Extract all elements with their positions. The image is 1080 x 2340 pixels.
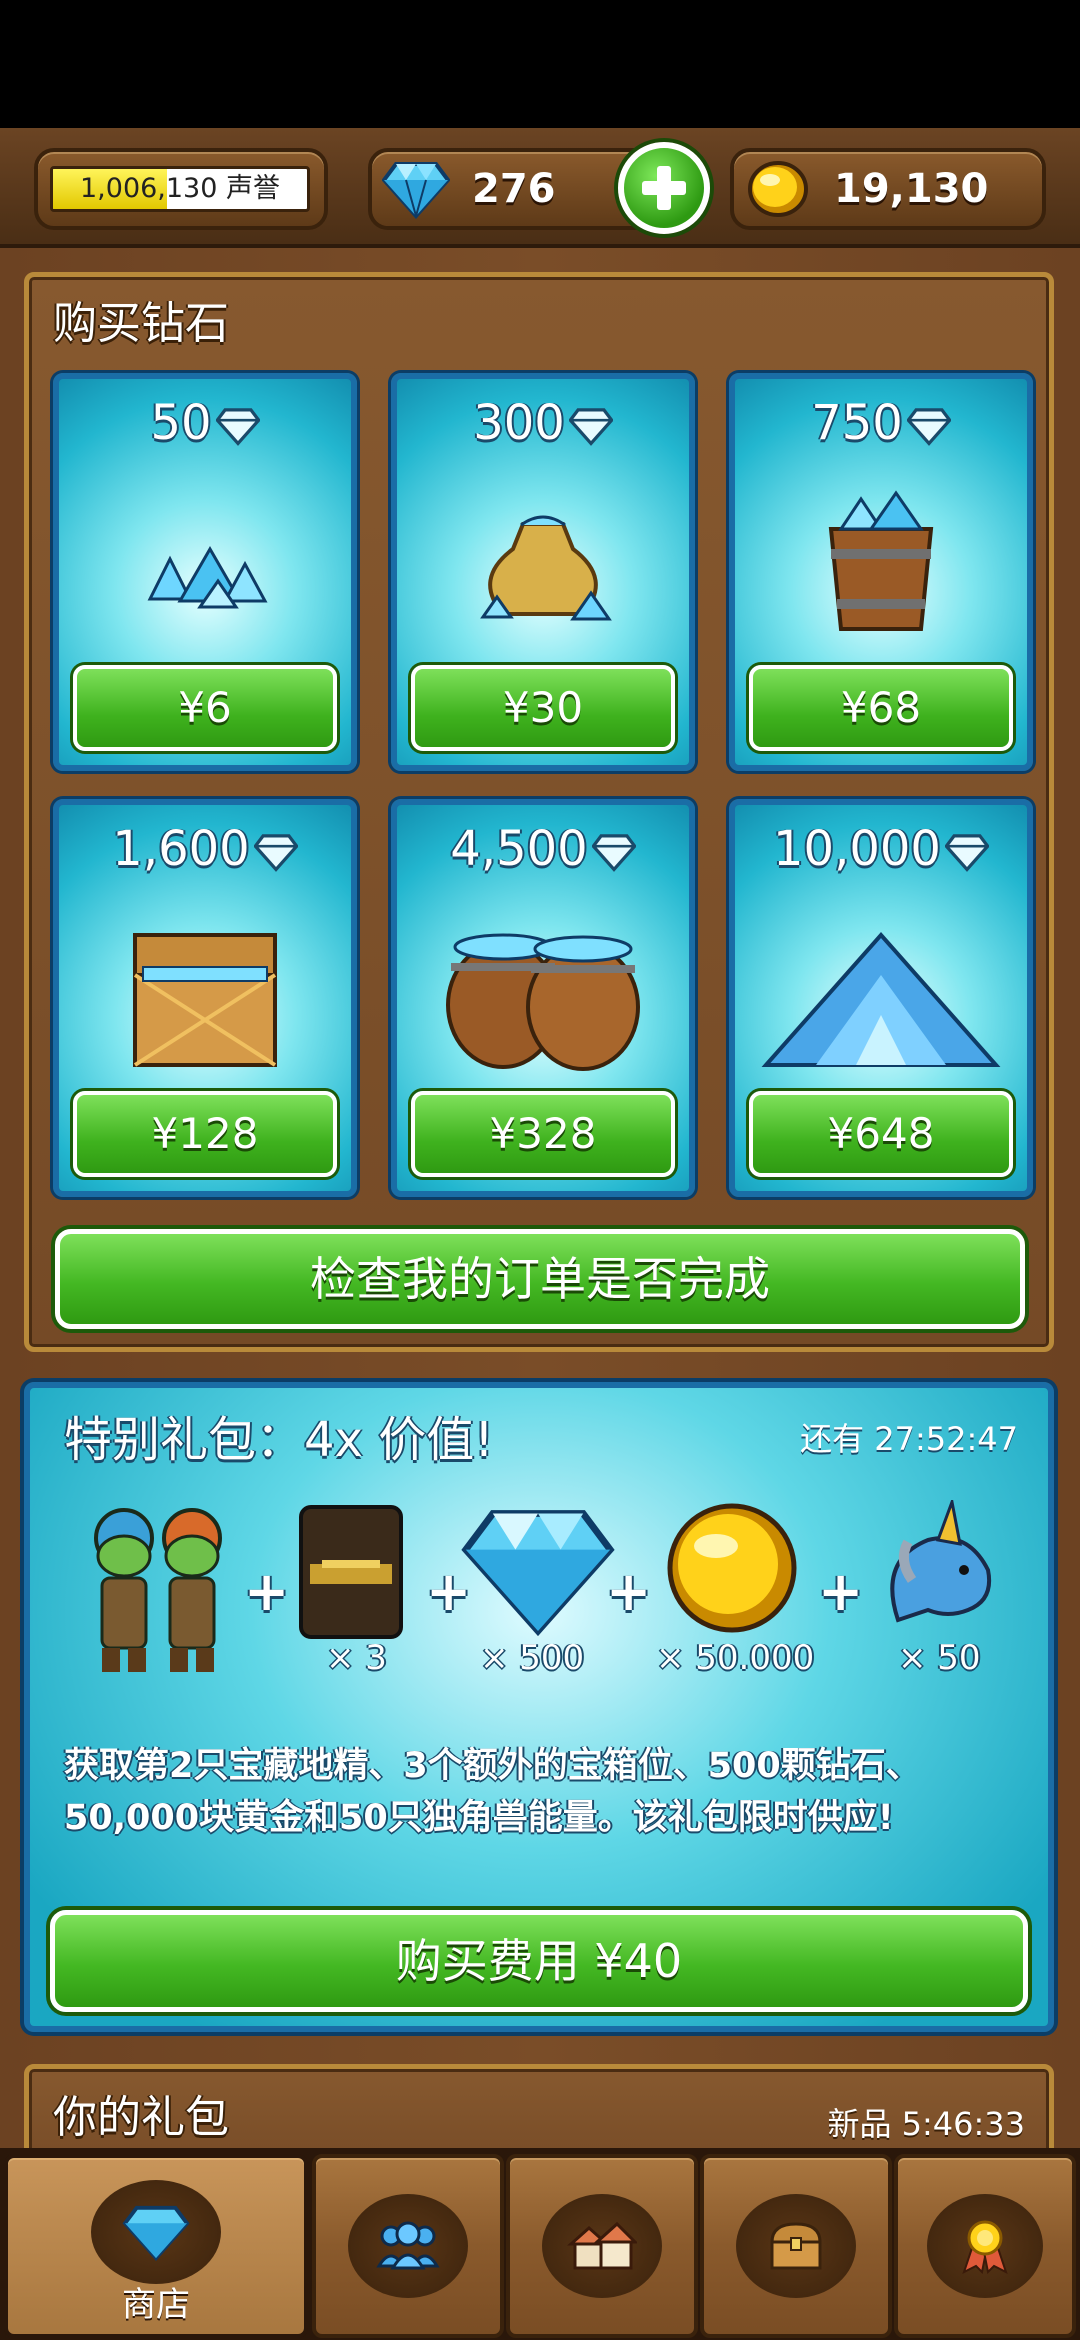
tab-treasure[interactable] [700, 2154, 892, 2338]
gem-pack-amount: 300 [397, 395, 689, 451]
buy-50-gems-button[interactable]: ¥6 [73, 665, 337, 751]
gem-mountain-icon [761, 931, 1001, 1067]
buy-special-pack-button[interactable]: 购买费用 ¥40 [50, 1910, 1028, 2012]
status-bar [0, 0, 1080, 128]
special-pack-title: 特别礼包：4x 价值! [64, 1412, 494, 1468]
tab-village[interactable] [506, 2154, 698, 2338]
gem-count: 276 [472, 166, 556, 212]
buy-4500-gems-button[interactable]: ¥328 [411, 1091, 675, 1177]
reputation-text: 1,006,130 声誉 [80, 173, 280, 204]
chest-slot-count: × 3 [326, 1638, 387, 1678]
special-pack-description: 获取第2只宝藏地精、3个额外的宝箱位、500颗钻石、50,000块黄金和50只独… [64, 1746, 921, 1838]
special-pack-panel: 特别礼包：4x 价值! 还有 27:52:47 + × 3 + × 500 + … [24, 1382, 1054, 2032]
buy-300-gems-button[interactable]: ¥30 [411, 665, 675, 751]
diamond-icon [568, 408, 613, 446]
gold-count-reward: × 50.000 [656, 1638, 815, 1678]
tab-shop[interactable]: 商店 [4, 2154, 308, 2338]
diamond-icon [944, 834, 989, 872]
tab-icon-socket [736, 2194, 856, 2298]
plus-sign: + [606, 1560, 652, 1623]
friends-icon [376, 2221, 440, 2270]
gem-pack-card[interactable]: 750 ¥68 [729, 373, 1033, 771]
tab-icon-socket [542, 2194, 662, 2298]
tab-icon-socket [348, 2194, 468, 2298]
treasure-chest-icon [770, 2222, 822, 2270]
gold-count: 19,130 [834, 166, 989, 212]
gem-pack-amount: 1,600 [59, 821, 351, 877]
add-gems-button[interactable] [618, 142, 710, 234]
gem-pack-card[interactable]: 50 ¥6 [53, 373, 357, 771]
gem-pack-card[interactable]: 300 ¥30 [391, 373, 695, 771]
diamond-icon [382, 162, 450, 220]
new-pack-timer: 新品 5:46:33 [827, 2105, 1025, 2143]
shop-gem-icon [122, 2205, 190, 2262]
tab-friends[interactable] [312, 2154, 504, 2338]
village-icon [567, 2221, 637, 2270]
diamond-icon [253, 834, 298, 872]
gold-coin-icon [667, 1503, 797, 1633]
tab-shop-label: 商店 [122, 2285, 190, 2325]
gem-chest-icon [133, 933, 277, 1067]
buy-gems-panel: 购买钻石 50 ¥6 300 ¥30 750 ¥68 1,600 ¥128 4,… [24, 272, 1054, 1352]
gem-pack-card[interactable]: 1,600 ¥128 [53, 799, 357, 1197]
buy-750-gems-button[interactable]: ¥68 [749, 665, 1013, 751]
gem-bucket-icon [828, 490, 934, 631]
gem-pack-amount: 4,500 [397, 821, 689, 877]
gold-balance: 19,130 [730, 148, 1046, 230]
diamond-icon [461, 1510, 615, 1637]
gem-barrels-icon [446, 933, 640, 1071]
gem-pack-amount: 50 [59, 395, 351, 451]
gold-coin-icon [748, 161, 808, 217]
tab-icon-socket [927, 2194, 1043, 2298]
gem-pack-card[interactable]: 10,000 ¥648 [729, 799, 1033, 1197]
small-gem-pile-icon [147, 545, 268, 609]
reputation-meter[interactable]: 1,006,130 声誉 [34, 148, 328, 230]
reputation-progress-bar: 1,006,130 声誉 [50, 166, 310, 212]
your-packs-title: 你的礼包 [53, 2092, 229, 2143]
diamond-count: × 500 [480, 1638, 585, 1678]
goblins-icon [94, 1508, 222, 1672]
diamond-icon [906, 408, 951, 446]
gem-pack-amount: 750 [735, 395, 1027, 451]
buy-10000-gems-button[interactable]: ¥648 [749, 1091, 1013, 1177]
gem-pack-card[interactable]: 4,500 ¥328 [391, 799, 695, 1197]
chest-slot-card-icon [299, 1505, 403, 1639]
diamond-icon [591, 834, 636, 872]
plus-sign: + [818, 1560, 864, 1623]
bottom-navigation: 商店 [0, 2148, 1080, 2340]
top-resource-bar: 1,006,130 声誉 276 19,130 [0, 128, 1080, 248]
diamond-icon [215, 408, 260, 446]
medal-icon [962, 2220, 1008, 2274]
plus-icon [642, 166, 686, 210]
tab-icon-socket [91, 2180, 221, 2284]
unicorn-icon [890, 1500, 991, 1623]
special-pack-timer: 还有 27:52:47 [800, 1420, 1018, 1458]
tab-achievements[interactable] [894, 2154, 1076, 2338]
check-order-button[interactable]: 检查我的订单是否完成 [55, 1229, 1025, 1329]
unicorn-count: × 50 [898, 1638, 981, 1678]
buy-1600-gems-button[interactable]: ¥128 [73, 1091, 337, 1177]
plus-sign: + [244, 1560, 290, 1623]
gem-pack-amount: 10,000 [735, 821, 1027, 877]
buy-gems-title: 购买钻石 [53, 298, 229, 349]
gem-sack-icon [480, 515, 612, 621]
